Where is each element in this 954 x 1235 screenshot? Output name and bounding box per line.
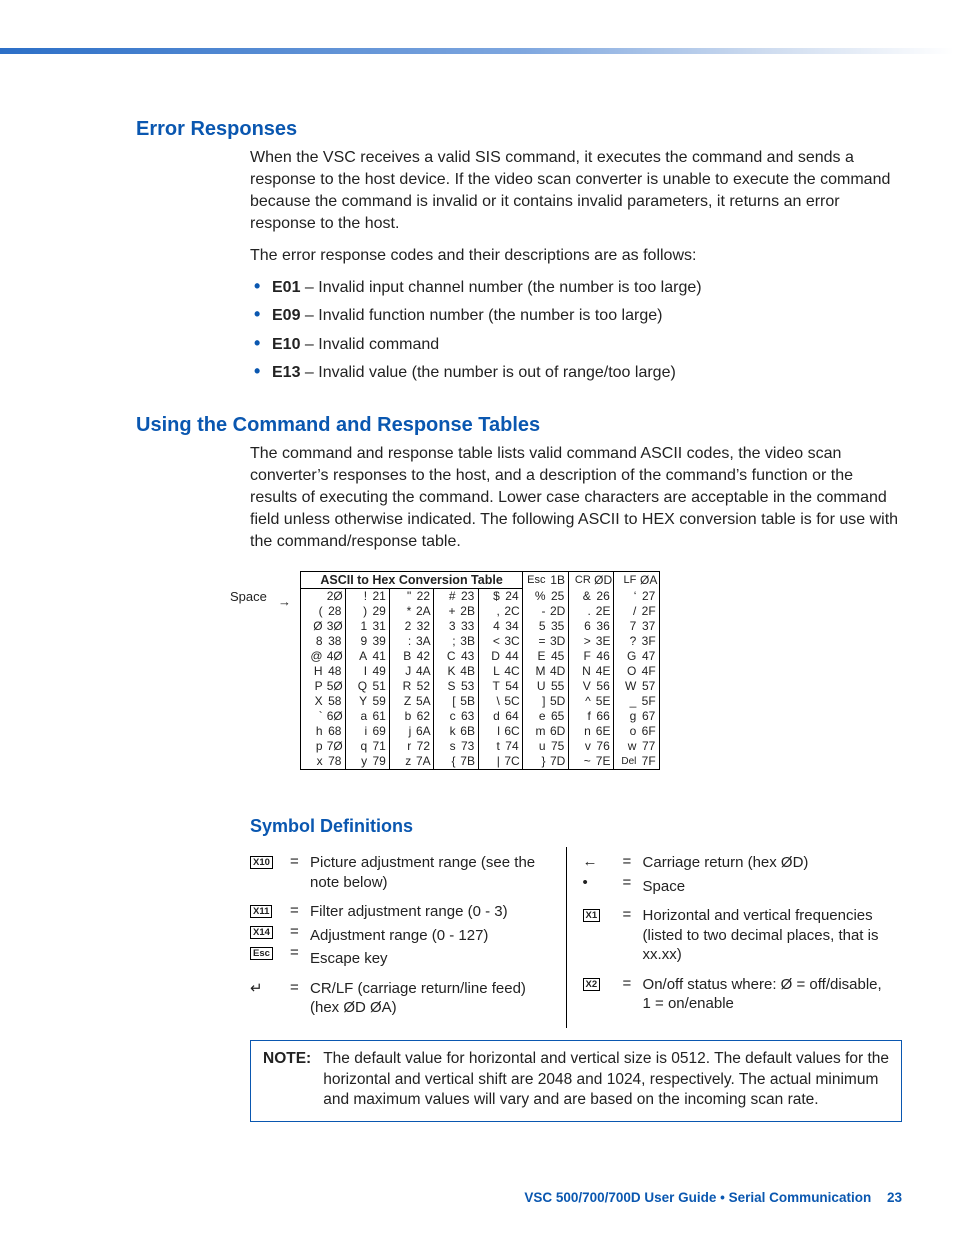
- symbol-row: X2=On/off status where: Ø = off/disable,…: [583, 975, 894, 1014]
- symbol-row: X1=Horizontal and vertical frequencies (…: [583, 906, 894, 965]
- error-item: E09 – Invalid function number (the numbe…: [250, 305, 902, 327]
- symbol-row: X10=Picture adjustment range (see the no…: [250, 853, 558, 892]
- footer-title: VSC 500/700/700D User Guide • Serial Com…: [524, 1190, 871, 1205]
- ascii-hex-table-wrap: Space → ASCII to Hex Conversion TableEsc…: [300, 571, 660, 770]
- symbol-definitions: X10=Picture adjustment range (see the no…: [250, 847, 902, 1028]
- header-gradient: [0, 48, 954, 54]
- footer-page: 23: [887, 1190, 902, 1205]
- ascii-hex-table: ASCII to Hex Conversion TableEsc1BCRØDLF…: [300, 571, 660, 770]
- heading-error-responses: Error Responses: [136, 118, 902, 141]
- error-item: E13 – Invalid value (the number is out o…: [250, 362, 902, 384]
- error-list: E01 – Invalid input channel number (the …: [250, 277, 902, 383]
- error-item: E10 – Invalid command: [250, 334, 902, 356]
- error-lead: The error response codes and their descr…: [250, 245, 902, 267]
- error-intro: When the VSC receives a valid SIS comman…: [250, 147, 902, 235]
- arrow-right-icon: →: [278, 594, 291, 609]
- symbol-row: ←•==Carriage return (hex ØD)Space: [583, 853, 894, 896]
- symbol-row: ↵=CR/LF (carriage return/line feed) (hex…: [250, 979, 558, 1018]
- note-text: The default value for horizontal and ver…: [323, 1049, 889, 1112]
- symbol-row: X11X14Esc===Filter adjustment range (0 -…: [250, 902, 558, 969]
- heading-symbol-definitions: Symbol Definitions: [250, 816, 902, 837]
- space-label: Space: [230, 589, 267, 604]
- note-box: NOTE: The default value for horizontal a…: [250, 1040, 902, 1123]
- tables-intro: The command and response table lists val…: [250, 443, 902, 553]
- error-item: E01 – Invalid input channel number (the …: [250, 277, 902, 299]
- note-label: NOTE:: [263, 1049, 311, 1112]
- heading-using-tables: Using the Command and Response Tables: [136, 414, 902, 437]
- page-footer: VSC 500/700/700D User Guide • Serial Com…: [524, 1190, 902, 1205]
